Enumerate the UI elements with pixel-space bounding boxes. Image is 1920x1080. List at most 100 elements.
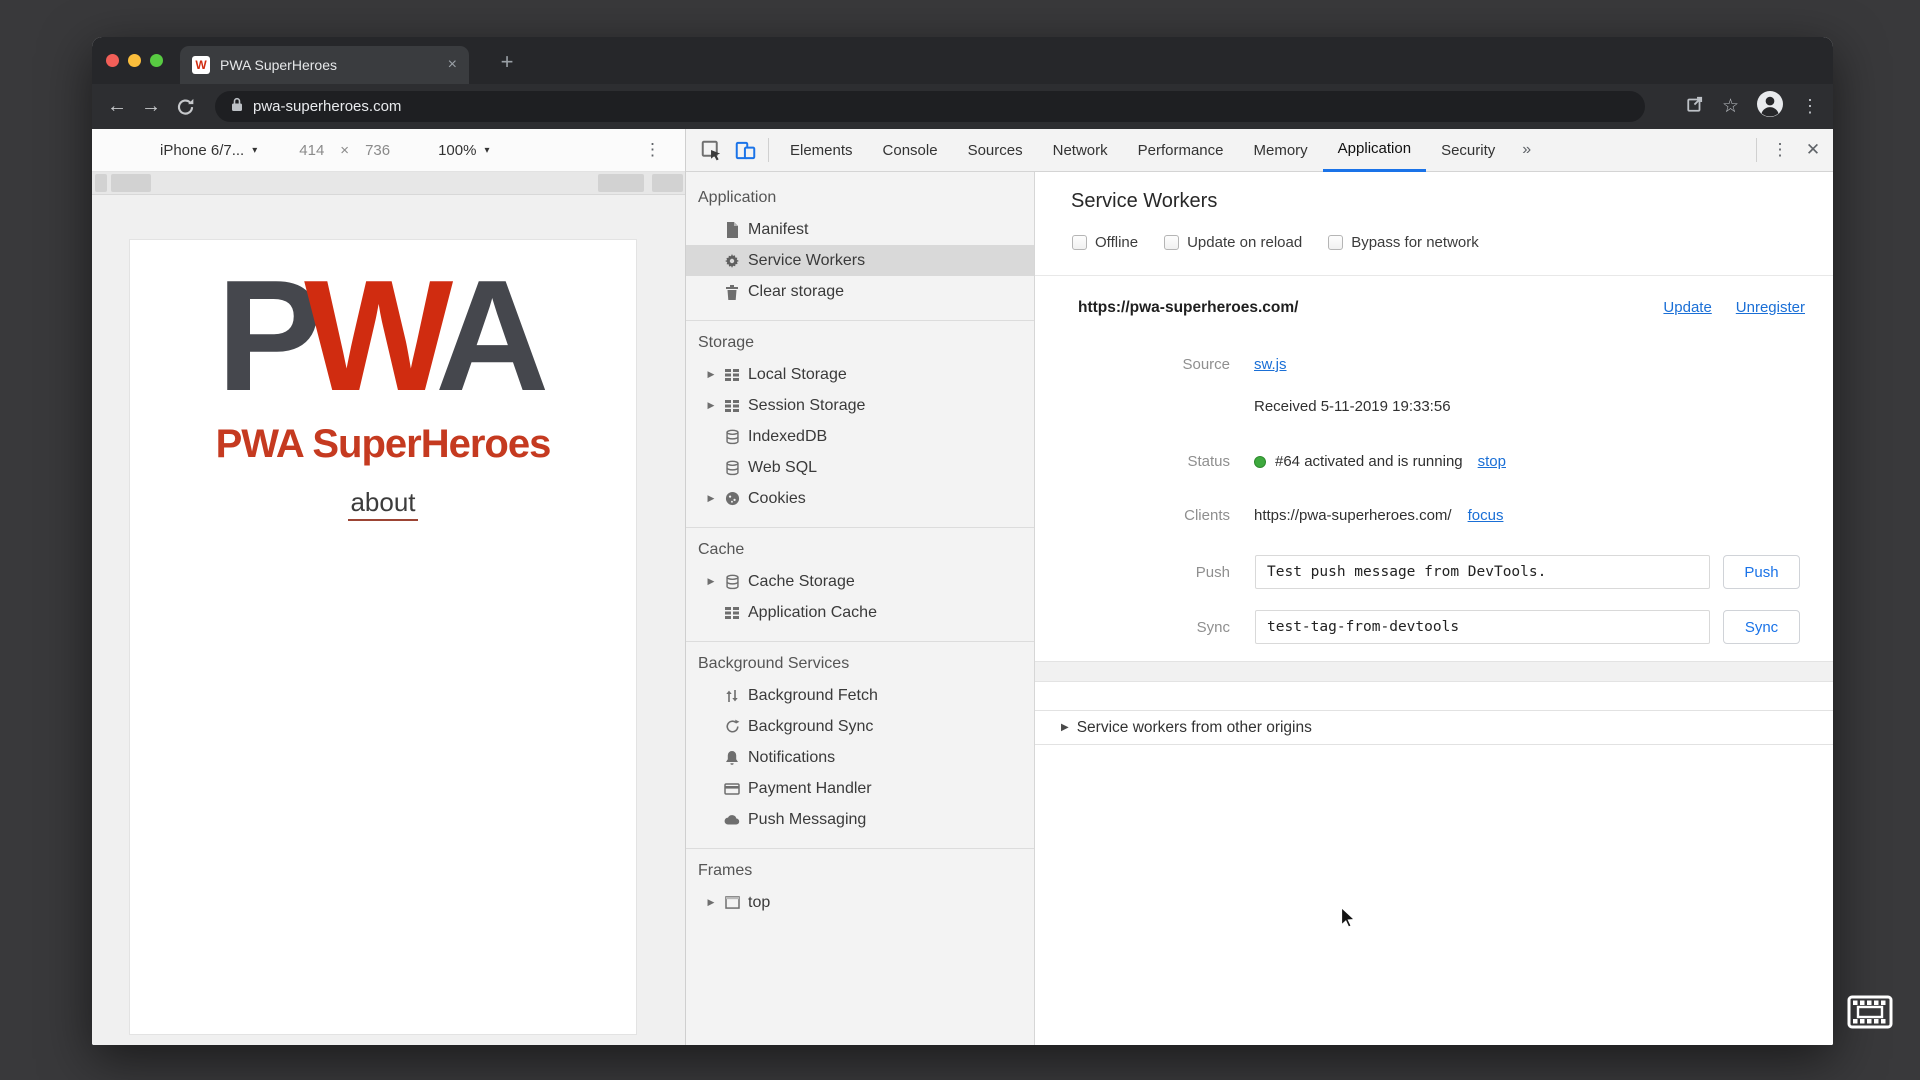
registration-links: Update Unregister bbox=[1663, 299, 1805, 316]
sidebar-item-cookies[interactable]: ▶ Cookies bbox=[686, 483, 1034, 514]
sidebar-item-manifest[interactable]: Manifest bbox=[686, 214, 1034, 245]
update-on-reload-checkbox[interactable]: Update on reload bbox=[1164, 234, 1302, 251]
inspect-element-icon[interactable] bbox=[694, 140, 728, 161]
tab-network[interactable]: Network bbox=[1038, 129, 1123, 172]
update-link[interactable]: Update bbox=[1663, 299, 1711, 316]
sidebar-item-notifications[interactable]: Notifications bbox=[686, 742, 1034, 773]
focus-link[interactable]: focus bbox=[1468, 507, 1504, 524]
device-toolbar-menu-icon[interactable]: ⋮ bbox=[644, 140, 661, 160]
browser-window: W PWA SuperHeroes × + ← → pwa-superheroe… bbox=[92, 37, 1833, 1045]
expand-triangle-icon[interactable]: ▶ bbox=[702, 400, 720, 411]
window-content: iPhone 6/7... ▾ 414 × 736 100% ▾ ⋮ PWA P… bbox=[92, 129, 1833, 1045]
push-button[interactable]: Push bbox=[1723, 555, 1800, 589]
sidebar-item-payment-handler[interactable]: Payment Handler bbox=[686, 773, 1034, 804]
bypass-for-network-checkbox[interactable]: Bypass for network bbox=[1328, 234, 1479, 251]
avatar[interactable] bbox=[1757, 91, 1783, 122]
window-controls bbox=[106, 54, 163, 67]
browser-tab[interactable]: W PWA SuperHeroes × bbox=[180, 46, 469, 84]
expand-triangle-icon[interactable]: ▶ bbox=[702, 576, 720, 587]
sidebar-section-frames: Frames bbox=[698, 862, 753, 879]
more-tabs-icon[interactable]: » bbox=[1522, 141, 1531, 159]
up-down-arrows-icon bbox=[720, 688, 744, 704]
sidebar-item-session-storage[interactable]: ▶ Session Storage bbox=[686, 390, 1034, 421]
sidebar-section-cache: Cache bbox=[698, 541, 745, 558]
expand-triangle-icon[interactable]: ▶ bbox=[702, 493, 720, 504]
fullscreen-window-button[interactable] bbox=[150, 54, 163, 67]
device-selector[interactable]: iPhone 6/7... ▾ bbox=[160, 142, 257, 159]
devtools-menu-icon[interactable]: ⋮ bbox=[1767, 140, 1793, 160]
scroll-segment bbox=[598, 174, 644, 192]
device-width[interactable]: 414 bbox=[299, 142, 324, 159]
gear-icon bbox=[720, 253, 744, 269]
forward-icon[interactable]: → bbox=[134, 95, 168, 118]
unregister-link[interactable]: Unregister bbox=[1736, 299, 1805, 316]
tab-memory[interactable]: Memory bbox=[1239, 129, 1323, 172]
tab-elements[interactable]: Elements bbox=[775, 129, 868, 172]
horizontal-scroll-track[interactable] bbox=[92, 172, 685, 195]
tab-security[interactable]: Security bbox=[1426, 129, 1510, 172]
device-dimensions: 414 × 736 bbox=[299, 142, 390, 159]
zoom-selector[interactable]: 100% ▾ bbox=[438, 142, 489, 159]
open-in-window-icon[interactable] bbox=[1686, 95, 1704, 118]
status-green-dot-icon bbox=[1254, 455, 1266, 468]
sidebar-item-top-frame[interactable]: ▶ top bbox=[686, 887, 1034, 918]
devtools-close-icon[interactable]: ✕ bbox=[1793, 140, 1833, 160]
stop-link[interactable]: stop bbox=[1478, 453, 1506, 470]
sync-label: Sync bbox=[1196, 619, 1230, 636]
devtools-toolbar-right: ⋮ ✕ bbox=[1746, 138, 1833, 162]
sidebar-item-service-workers[interactable]: Service Workers bbox=[686, 245, 1034, 276]
sync-tag-input[interactable] bbox=[1255, 610, 1710, 644]
tab-close-icon[interactable]: × bbox=[448, 56, 457, 74]
cloud-icon bbox=[720, 814, 744, 825]
tab-sources[interactable]: Sources bbox=[953, 129, 1038, 172]
sidebar-item-clear-storage[interactable]: Clear storage bbox=[686, 276, 1034, 307]
about-link[interactable]: about bbox=[348, 487, 418, 521]
sidebar-item-application-cache[interactable]: Application Cache bbox=[686, 597, 1034, 628]
toolbar-right-icons: ☆ ⋮ bbox=[1686, 84, 1819, 129]
device-emulation-pane: iPhone 6/7... ▾ 414 × 736 100% ▾ ⋮ PWA P… bbox=[92, 129, 686, 1045]
source-file-link[interactable]: sw.js bbox=[1254, 356, 1287, 373]
sync-button[interactable]: Sync bbox=[1723, 610, 1800, 644]
sidebar-item-local-storage[interactable]: ▶ Local Storage bbox=[686, 359, 1034, 390]
other-origins-row[interactable]: ▶ Service workers from other origins bbox=[1035, 710, 1833, 745]
trash-icon bbox=[720, 284, 744, 300]
device-height[interactable]: 736 bbox=[365, 142, 390, 159]
tab-performance[interactable]: Performance bbox=[1123, 129, 1239, 172]
source-label: Source bbox=[1182, 356, 1230, 373]
url-bar[interactable]: pwa-superheroes.com bbox=[215, 91, 1645, 122]
table-icon bbox=[720, 606, 744, 620]
minimize-window-button[interactable] bbox=[128, 54, 141, 67]
new-tab-button[interactable]: + bbox=[492, 49, 522, 75]
checkbox-box[interactable] bbox=[1072, 235, 1087, 250]
client-url: https://pwa-superheroes.com/ bbox=[1254, 507, 1452, 524]
sidebar-item-push-messaging[interactable]: Push Messaging bbox=[686, 804, 1034, 835]
browser-menu-icon[interactable]: ⋮ bbox=[1801, 96, 1819, 117]
devtools-body: Application Manifest Service Workers Cle… bbox=[686, 172, 1833, 1045]
reload-icon[interactable] bbox=[168, 97, 202, 116]
expand-triangle-icon[interactable]: ▶ bbox=[1061, 722, 1069, 733]
back-icon[interactable]: ← bbox=[100, 95, 134, 118]
tab-application[interactable]: Application bbox=[1322, 129, 1427, 172]
tab-console[interactable]: Console bbox=[868, 129, 953, 172]
offline-checkbox[interactable]: Offline bbox=[1072, 234, 1138, 251]
application-sidebar: Application Manifest Service Workers Cle… bbox=[686, 172, 1035, 1045]
zoom-level: 100% bbox=[438, 141, 477, 159]
database-icon bbox=[720, 460, 744, 476]
sidebar-item-cache-storage[interactable]: ▶ Cache Storage bbox=[686, 566, 1034, 597]
expand-triangle-icon[interactable]: ▶ bbox=[702, 369, 720, 380]
close-window-button[interactable] bbox=[106, 54, 119, 67]
checkbox-box[interactable] bbox=[1164, 235, 1180, 250]
bookmark-star-icon[interactable]: ☆ bbox=[1722, 95, 1739, 118]
checkbox-box[interactable] bbox=[1328, 235, 1344, 250]
sidebar-item-background-fetch[interactable]: Background Fetch bbox=[686, 680, 1034, 711]
sidebar-item-web-sql[interactable]: Web SQL bbox=[686, 452, 1034, 483]
push-message-input[interactable] bbox=[1255, 555, 1710, 589]
sidebar-item-background-sync[interactable]: Background Sync bbox=[686, 711, 1034, 742]
mouse-cursor bbox=[1340, 906, 1358, 936]
status-text: #64 activated and is running bbox=[1275, 453, 1463, 470]
device-toolbar-toggle-icon[interactable] bbox=[728, 140, 762, 161]
received-timestamp: Received 5-11-2019 19:33:56 bbox=[1254, 398, 1451, 415]
sidebar-section-storage: Storage bbox=[698, 334, 755, 351]
expand-triangle-icon[interactable]: ▶ bbox=[702, 897, 720, 908]
sidebar-item-indexeddb[interactable]: IndexedDB bbox=[686, 421, 1034, 452]
